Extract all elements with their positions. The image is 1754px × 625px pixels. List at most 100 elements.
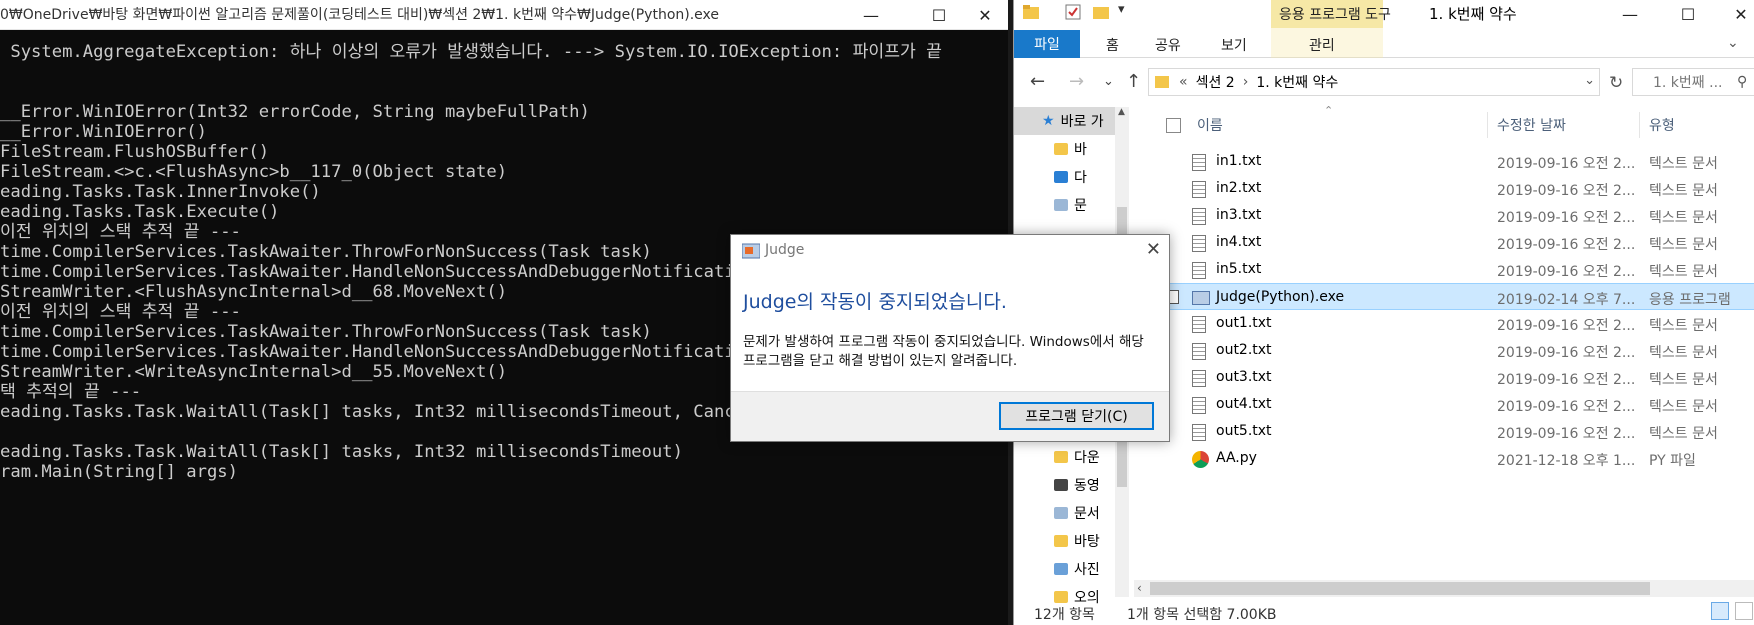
- tab-manage[interactable]: 관리: [1309, 35, 1335, 55]
- text-file-icon: [1192, 262, 1206, 279]
- console-line: time.CompilerServices.TaskAwaiter.Handle…: [0, 262, 756, 282]
- horizontal-scrollbar[interactable]: ‹: [1134, 580, 1754, 597]
- nav-item-label: 바: [1074, 142, 1087, 158]
- document-icon: [1054, 507, 1068, 519]
- minimize-button[interactable]: —: [848, 0, 894, 30]
- scroll-left-icon[interactable]: ‹: [1137, 581, 1142, 595]
- explorer-titlebar[interactable]: ▾ 응용 프로그램 도구 1. k번째 약수 — ☐ ✕: [1014, 0, 1754, 28]
- column-type[interactable]: 유형: [1649, 115, 1675, 135]
- file-modified: 2019-09-16 오전 2...: [1497, 426, 1636, 442]
- error-dialog[interactable]: Judge ✕ Judge의 작동이 중지되었습니다. 문제가 발생하여 프로그…: [730, 234, 1170, 442]
- breadcrumb-overflow[interactable]: «: [1179, 74, 1188, 90]
- file-type: 텍스트 문서: [1649, 210, 1718, 226]
- search-icon[interactable]: ⚲: [1737, 74, 1747, 90]
- select-all-checkbox[interactable]: [1166, 118, 1181, 133]
- close-button[interactable]: ✕: [962, 0, 1008, 30]
- column-name[interactable]: 이름: [1197, 115, 1223, 135]
- tab-view[interactable]: 보기: [1221, 35, 1247, 55]
- text-file-icon: [1192, 208, 1206, 225]
- nav-item[interactable]: 문서: [1054, 499, 1154, 527]
- nav-item[interactable]: 바탕: [1054, 527, 1154, 555]
- address-dropdown-icon[interactable]: ⌄: [1584, 73, 1595, 88]
- file-type: 텍스트 문서: [1649, 372, 1718, 388]
- console-titlebar[interactable]: 0₩OneDrive₩바탕 화면₩파이썬 알고리즘 문제풀이(코딩테스트 대비)…: [0, 0, 1008, 30]
- file-row[interactable]: Judge(Python).exe 2019-02-14 오후 7... 응용 프로…: [1134, 283, 1754, 310]
- tab-home[interactable]: 홈: [1106, 35, 1119, 55]
- file-modified: 2019-09-16 오전 2...: [1497, 237, 1636, 253]
- file-row[interactable]: in5.txt 2019-09-16 오전 2... 텍스트 문서: [1134, 256, 1754, 283]
- nav-item[interactable]: 동영: [1054, 471, 1154, 499]
- back-arrow-icon[interactable]: ←: [1030, 71, 1045, 92]
- nav-item[interactable]: ★ 바로 가: [1014, 107, 1115, 135]
- text-file-icon: [1192, 181, 1206, 198]
- new-folder-icon[interactable]: [1092, 3, 1110, 21]
- file-name: out5.txt: [1216, 423, 1272, 439]
- scroll-thumb[interactable]: [1150, 582, 1650, 595]
- breadcrumb-current[interactable]: 1. k번째 약수: [1256, 72, 1338, 92]
- tab-share[interactable]: 공유: [1155, 35, 1181, 55]
- file-row[interactable]: out3.txt 2019-09-16 오전 2... 텍스트 문서: [1134, 364, 1754, 391]
- file-row[interactable]: AA.py 2021-12-18 오후 1... PY 파일: [1134, 445, 1754, 472]
- file-name: in5.txt: [1216, 261, 1262, 277]
- nav-item-label: 다운: [1074, 450, 1100, 466]
- file-row[interactable]: in1.txt 2019-09-16 오전 2... 텍스트 문서: [1134, 148, 1754, 175]
- text-file-icon: [1192, 343, 1206, 360]
- maximize-button[interactable]: ☐: [916, 0, 962, 30]
- column-separator[interactable]: [1639, 112, 1640, 138]
- nav-item-label: 바탕: [1074, 534, 1100, 550]
- column-modified[interactable]: 수정한 날짜: [1497, 115, 1566, 135]
- tab-file[interactable]: 파일: [1014, 30, 1080, 58]
- details-view-icon[interactable]: [1711, 602, 1729, 620]
- file-row[interactable]: in3.txt 2019-09-16 오전 2... 텍스트 문서: [1134, 202, 1754, 229]
- console-line: eading.Tasks.Task.Execute(): [0, 202, 280, 222]
- close-button[interactable]: ✕: [1718, 0, 1754, 28]
- file-row[interactable]: out1.txt 2019-09-16 오전 2... 텍스트 문서: [1134, 310, 1754, 337]
- file-row[interactable]: out5.txt 2019-09-16 오전 2... 텍스트 문서: [1134, 418, 1754, 445]
- dialog-titlebar[interactable]: Judge ✕: [731, 235, 1169, 267]
- breadcrumb-section[interactable]: 섹션 2: [1196, 72, 1235, 92]
- explorer-title: 1. k번째 약수: [1429, 5, 1517, 23]
- file-modified: 2019-09-16 오전 2...: [1497, 318, 1636, 334]
- nav-item[interactable]: 사진: [1054, 555, 1154, 583]
- file-type: 텍스트 문서: [1649, 318, 1718, 334]
- console-line: time.CompilerServices.TaskAwaiter.ThrowF…: [0, 242, 652, 262]
- folder-icon[interactable]: [1022, 3, 1040, 21]
- close-program-button[interactable]: 프로그램 닫기(C): [999, 402, 1154, 430]
- file-name: out3.txt: [1216, 369, 1272, 385]
- item-count: 12개 항목: [1034, 607, 1095, 623]
- file-row[interactable]: in4.txt 2019-09-16 오전 2... 텍스트 문서: [1134, 229, 1754, 256]
- customize-toolbar-icon[interactable]: ▾: [1118, 2, 1136, 20]
- properties-icon[interactable]: [1064, 3, 1082, 21]
- console-line: FileStream.<>c.<FlushAsync>b__117_0(Obje…: [0, 162, 508, 182]
- expand-ribbon-icon[interactable]: ⌄: [1727, 35, 1739, 51]
- file-row[interactable]: in2.txt 2019-09-16 오전 2... 텍스트 문서: [1134, 175, 1754, 202]
- forward-arrow-icon[interactable]: →: [1069, 71, 1084, 92]
- address-field[interactable]: « 섹션 2 › 1. k번째 약수 ⌄: [1148, 68, 1600, 96]
- file-name: Judge(Python).exe: [1216, 289, 1345, 305]
- nav-item-label: 사진: [1074, 562, 1100, 578]
- refresh-icon[interactable]: ↻: [1609, 73, 1623, 93]
- file-row[interactable]: out2.txt 2019-09-16 오전 2... 텍스트 문서: [1134, 337, 1754, 364]
- up-arrow-icon[interactable]: ↑: [1126, 71, 1141, 92]
- recent-locations-icon[interactable]: ⌄: [1103, 74, 1114, 89]
- ribbon-tabs: 파일 홈 공유 보기 관리 ⌄: [1014, 28, 1754, 58]
- console-line: 이전 위치의 스택 추적 끝 ---: [0, 222, 241, 242]
- file-type: 텍스트 문서: [1649, 345, 1718, 361]
- console-line: StreamWriter.<FlushAsyncInternal>d__68.M…: [0, 282, 508, 302]
- console-line: 이전 위치의 스택 추적 끝 ---: [0, 302, 241, 322]
- file-row[interactable]: out4.txt 2019-09-16 오전 2... 텍스트 문서: [1134, 391, 1754, 418]
- column-separator[interactable]: [1487, 112, 1488, 138]
- app-tools-tab[interactable]: 응용 프로그램 도구: [1279, 4, 1391, 24]
- console-line: time.CompilerServices.TaskAwaiter.Handle…: [0, 342, 756, 362]
- dialog-message: 문제가 발생하여 프로그램 작동이 중지되었습니다. Windows에서 해당 …: [743, 334, 1144, 369]
- file-name: in2.txt: [1216, 180, 1262, 196]
- nav-item-label: 동영: [1074, 478, 1100, 494]
- close-icon[interactable]: ✕: [1146, 239, 1161, 260]
- scroll-up-icon[interactable]: ▲: [1118, 107, 1125, 117]
- large-icons-view-icon[interactable]: [1735, 602, 1753, 620]
- maximize-button[interactable]: ☐: [1665, 0, 1711, 28]
- minimize-button[interactable]: —: [1607, 0, 1653, 28]
- file-name: out2.txt: [1216, 342, 1272, 358]
- search-input[interactable]: 1. k번째 ...: [1632, 68, 1754, 96]
- console-line: 택 추적의 끝 ---: [0, 382, 142, 402]
